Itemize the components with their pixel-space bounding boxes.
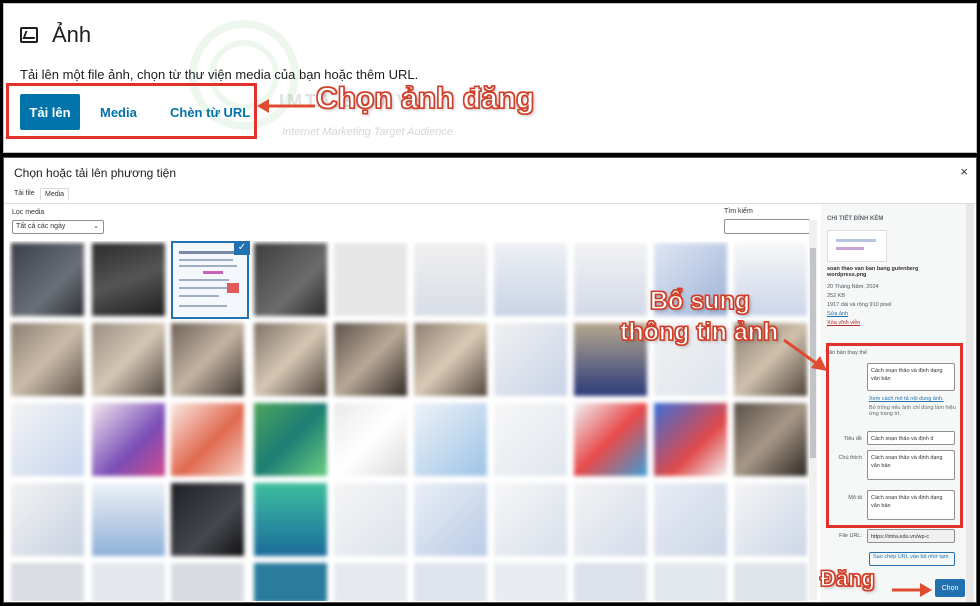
media-item[interactable] <box>414 403 487 476</box>
tab-media[interactable]: Media <box>40 188 70 201</box>
media-item[interactable] <box>92 243 165 316</box>
attachment-date: 20 Tháng Năm, 2024 <box>827 284 879 290</box>
media-item[interactable] <box>734 403 807 476</box>
annotation-box-upload <box>6 83 257 139</box>
media-item[interactable] <box>11 563 84 601</box>
annotation-arrow-publish <box>892 583 932 597</box>
media-item[interactable] <box>494 483 567 556</box>
annotation-box-details <box>826 343 963 528</box>
media-item[interactable] <box>254 323 327 396</box>
annotation-arrow-left <box>257 99 315 113</box>
select-button[interactable]: Chọn <box>935 579 965 597</box>
attachment-details-heading: CHI TIẾT ĐÍNH KÈM <box>827 216 884 222</box>
media-item[interactable] <box>574 563 647 601</box>
media-item[interactable] <box>414 243 487 316</box>
media-item[interactable] <box>92 323 165 396</box>
media-item[interactable] <box>574 403 647 476</box>
media-item[interactable] <box>494 323 567 396</box>
media-item[interactable] <box>254 563 327 601</box>
block-description: Tải lên một file ảnh, chọn từ thư viện m… <box>20 67 419 82</box>
media-item[interactable] <box>574 243 647 316</box>
file-url-field[interactable]: https://imta.edu.vn/wp-c <box>867 529 955 543</box>
attachment-filename: soan thao van ban bang gutenberg wordpre… <box>827 266 919 278</box>
media-item[interactable] <box>92 483 165 556</box>
annotation-supplement-1: Bổ sung <box>649 286 750 315</box>
attachment-size: 252 KB <box>827 293 846 299</box>
media-item[interactable] <box>171 403 244 476</box>
block-title: Ảnh <box>20 22 91 48</box>
modal-tabs: Tải file Media <box>4 186 976 204</box>
media-item[interactable] <box>254 403 327 476</box>
media-item[interactable] <box>11 403 84 476</box>
media-item[interactable] <box>334 563 407 601</box>
copy-url-button[interactable]: Sao chép URL vào bộ nhớ tạm <box>869 552 955 566</box>
media-item[interactable] <box>494 243 567 316</box>
media-item[interactable] <box>171 483 244 556</box>
tab-upload[interactable]: Tải file <box>10 188 39 199</box>
date-filter-select[interactable]: Tất cả các ngày ⌄ <box>12 220 104 234</box>
delete-permanently-link[interactable]: Xóa vĩnh viễn <box>827 320 860 326</box>
media-item[interactable] <box>92 563 165 601</box>
annotation-choose: Chọn ảnh đăng <box>315 81 535 115</box>
media-item[interactable] <box>334 403 407 476</box>
media-item[interactable] <box>494 563 567 601</box>
media-item[interactable] <box>414 563 487 601</box>
modal-title: Chọn hoặc tải lên phương tiện <box>14 166 177 180</box>
media-item[interactable] <box>334 483 407 556</box>
media-item[interactable] <box>171 563 244 601</box>
image-icon <box>20 27 38 43</box>
sidebar-scrollbar[interactable] <box>966 204 974 602</box>
media-item[interactable] <box>254 243 327 316</box>
media-item[interactable] <box>734 483 807 556</box>
media-item[interactable] <box>654 563 727 601</box>
search-input[interactable] <box>724 219 810 234</box>
media-item[interactable] <box>334 323 407 396</box>
attachment-preview <box>827 230 887 262</box>
media-item[interactable] <box>171 323 244 396</box>
edit-image-link[interactable]: Sửa ảnh <box>827 311 848 317</box>
annotation-publish: Đăng <box>819 565 875 591</box>
media-item[interactable] <box>574 483 647 556</box>
media-item[interactable] <box>734 563 807 601</box>
search-label: Tìm kiếm <box>724 208 753 215</box>
media-item[interactable] <box>494 403 567 476</box>
attachment-dimensions: 1917 dài và rộng 910 pixel <box>827 302 892 308</box>
file-url-label: File URL: <box>839 533 862 539</box>
media-item[interactable] <box>654 403 727 476</box>
annotation-arrow-details <box>783 338 827 371</box>
watermark-subtitle: Internet Marketing Target Audience <box>282 126 454 138</box>
media-item[interactable] <box>11 323 84 396</box>
filter-label: Lọc media <box>12 209 45 216</box>
media-item[interactable] <box>11 243 84 316</box>
media-item[interactable] <box>414 483 487 556</box>
chevron-down-icon: ⌄ <box>93 223 99 230</box>
selected-check-icon[interactable]: ✓ <box>234 241 250 255</box>
block-title-text: Ảnh <box>52 22 92 47</box>
grid-scrollbar[interactable] <box>809 220 817 600</box>
media-item[interactable] <box>414 323 487 396</box>
media-item[interactable] <box>654 483 727 556</box>
media-item[interactable] <box>11 483 84 556</box>
media-item[interactable] <box>254 483 327 556</box>
media-item[interactable] <box>334 243 407 316</box>
media-item[interactable] <box>92 403 165 476</box>
date-filter-value: Tất cả các ngày <box>16 223 66 230</box>
annotation-supplement-2: thông tin ảnh <box>619 317 779 346</box>
close-icon[interactable]: × <box>960 164 968 179</box>
